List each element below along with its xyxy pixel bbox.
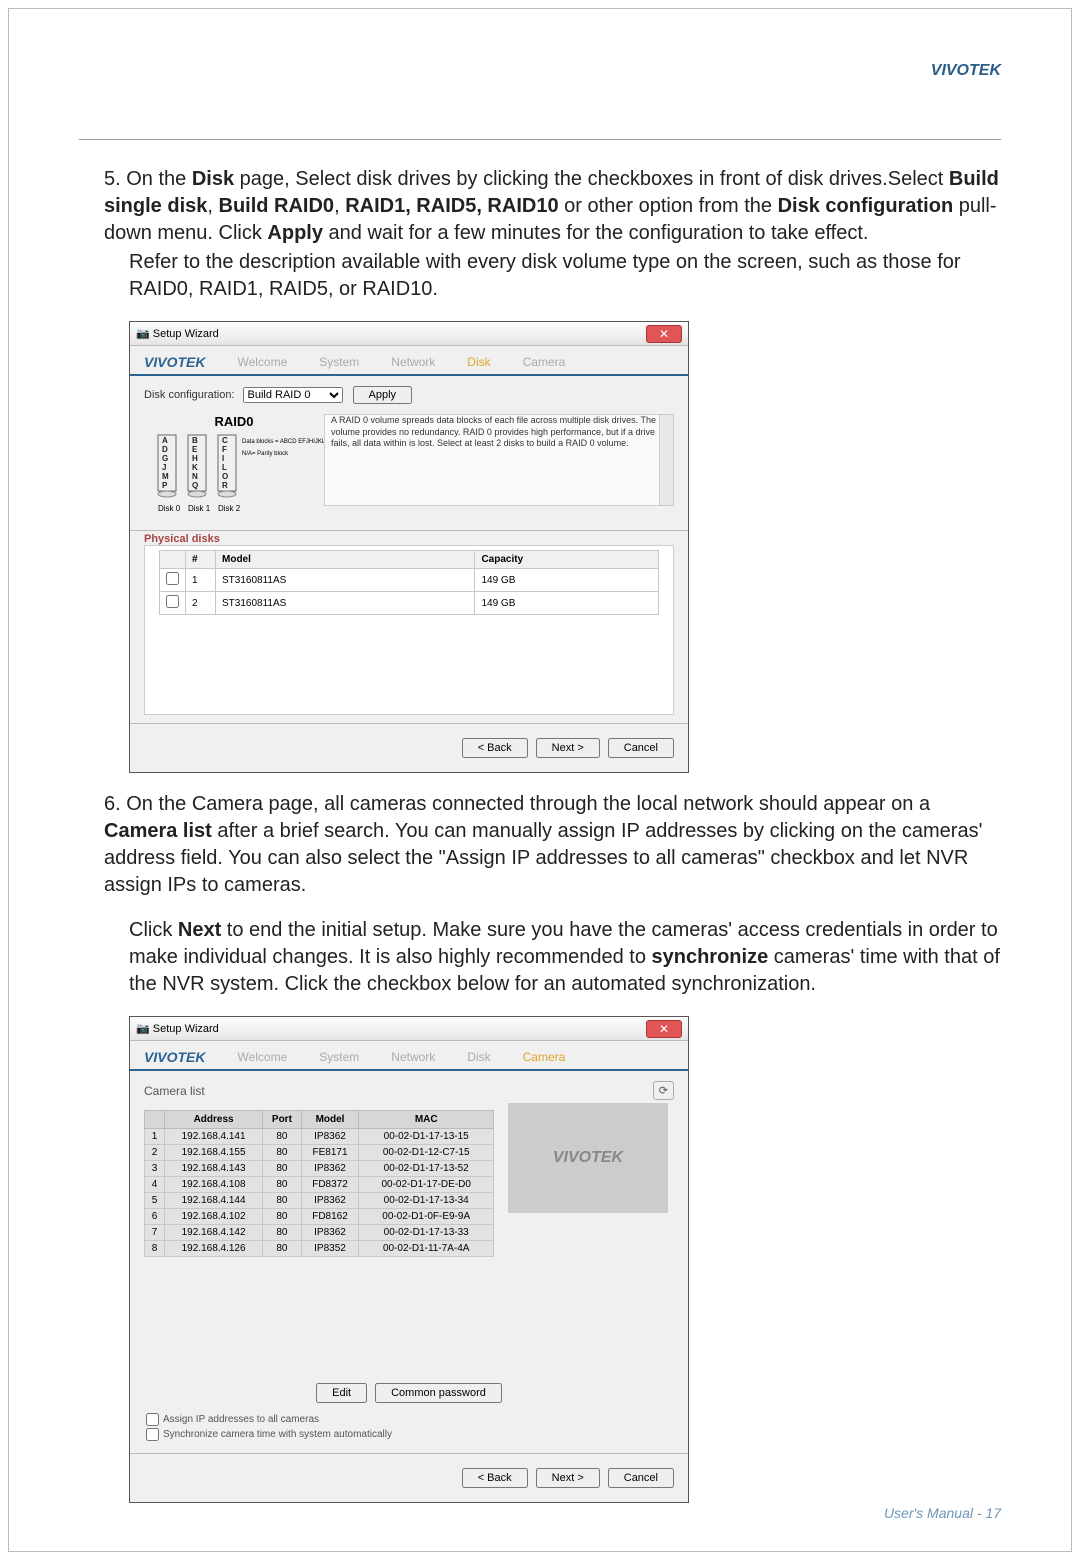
- tab-network[interactable]: Network: [391, 355, 435, 369]
- physical-disks-table: #ModelCapacity 1ST3160811AS149 GB 2ST316…: [159, 550, 659, 615]
- svg-text:D: D: [162, 445, 168, 454]
- svg-text:R: R: [222, 481, 228, 490]
- tab-welcome[interactable]: Welcome: [237, 1050, 287, 1064]
- assign-ip-label: Assign IP addresses to all cameras: [163, 1414, 319, 1425]
- svg-text:Disk 2: Disk 2: [218, 504, 241, 513]
- svg-text:B: B: [192, 436, 198, 445]
- svg-text:K: K: [192, 463, 198, 472]
- wizard-icon: 📷: [136, 1022, 150, 1035]
- page-footer: User's Manual - 17: [884, 1505, 1001, 1521]
- raid-description: A RAID 0 volume spreads data blocks of e…: [324, 414, 674, 506]
- tab-disk[interactable]: Disk: [467, 1050, 490, 1064]
- svg-text:P: P: [162, 481, 168, 490]
- apply-button[interactable]: Apply: [353, 386, 413, 404]
- assign-ip-checkbox[interactable]: [146, 1413, 159, 1426]
- svg-text:Disk 1: Disk 1: [188, 504, 211, 513]
- table-row: 3192.168.4.14380IP836200-02-D1-17-13-52: [145, 1161, 494, 1177]
- tab-disk[interactable]: Disk: [467, 355, 490, 369]
- next-button[interactable]: Next >: [536, 1468, 600, 1488]
- svg-text:C: C: [222, 436, 228, 445]
- svg-text:N: N: [192, 472, 198, 481]
- table-row: 4192.168.4.10880FD837200-02-D1-17-DE-D0: [145, 1177, 494, 1193]
- common-password-button[interactable]: Common password: [375, 1383, 502, 1403]
- camera-setup-dialog: 📷 Setup Wizard ✕ VIVOTEK Welcome System …: [129, 1016, 689, 1503]
- tab-system[interactable]: System: [319, 1050, 359, 1064]
- svg-text:H: H: [192, 454, 198, 463]
- refresh-icon[interactable]: ⟳: [653, 1081, 674, 1100]
- back-button[interactable]: < Back: [462, 1468, 528, 1488]
- svg-text:J: J: [162, 463, 166, 472]
- sync-time-label: Synchronize camera time with system auto…: [163, 1429, 392, 1440]
- dialog-titlebar: 📷 Setup Wizard ✕: [130, 1017, 688, 1041]
- svg-text:N/A= Parity block: N/A= Parity block: [242, 451, 289, 457]
- svg-text:Data blocks = ABCD EFJHIJKLMNO: Data blocks = ABCD EFJHIJKLMNOPQR: [242, 439, 324, 445]
- svg-text:A: A: [162, 436, 168, 445]
- svg-text:I: I: [222, 454, 224, 463]
- table-row: 8192.168.4.12680IP835200-02-D1-11-7A-4A: [145, 1241, 494, 1257]
- edit-button[interactable]: Edit: [316, 1383, 367, 1403]
- svg-text:M: M: [162, 472, 169, 481]
- svg-text:Disk 0: Disk 0: [158, 504, 181, 513]
- scrollbar[interactable]: [659, 415, 673, 505]
- physical-disks-header: Physical disks: [130, 530, 688, 545]
- back-button[interactable]: < Back: [462, 738, 528, 758]
- camera-list-label: Camera list: [144, 1084, 205, 1098]
- cancel-button[interactable]: Cancel: [608, 1468, 674, 1488]
- table-row: 1192.168.4.14180IP836200-02-D1-17-13-15: [145, 1129, 494, 1145]
- svg-text:O: O: [222, 472, 228, 481]
- svg-text:F: F: [222, 445, 227, 454]
- dialog-title: Setup Wizard: [153, 328, 219, 340]
- close-icon[interactable]: ✕: [646, 1020, 682, 1038]
- camera-list-table: AddressPortModelMAC 1192.168.4.14180IP83…: [144, 1110, 494, 1257]
- table-row: 2ST3160811AS149 GB: [160, 592, 659, 615]
- step5-text: 5. On the Disk page, Select disk drives …: [104, 166, 1001, 303]
- disk-checkbox[interactable]: [166, 595, 179, 608]
- svg-text:Q: Q: [192, 481, 198, 490]
- camera-preview: VIVOTEK: [508, 1103, 668, 1213]
- dialog-titlebar: 📷 Setup Wizard ✕: [130, 322, 688, 346]
- tab-welcome[interactable]: Welcome: [237, 355, 287, 369]
- tab-camera[interactable]: Camera: [523, 355, 566, 369]
- svg-text:G: G: [162, 454, 168, 463]
- close-icon[interactable]: ✕: [646, 325, 682, 343]
- page-header-brand: VIVOTEK: [931, 62, 1001, 79]
- table-row: 5192.168.4.14480IP836200-02-D1-17-13-34: [145, 1193, 494, 1209]
- dialog-title: Setup Wizard: [153, 1023, 219, 1035]
- cancel-button[interactable]: Cancel: [608, 738, 674, 758]
- sync-time-checkbox[interactable]: [146, 1428, 159, 1441]
- svg-text:E: E: [192, 445, 198, 454]
- wizard-icon: 📷: [136, 327, 150, 340]
- brand-logo: VIVOTEK: [144, 354, 205, 370]
- brand-logo: VIVOTEK: [144, 1049, 205, 1065]
- disk-config-select[interactable]: Build RAID 0: [243, 387, 343, 403]
- disk-config-label: Disk configuration:: [144, 389, 235, 401]
- svg-text:L: L: [222, 463, 227, 472]
- raid-diagram: RAID0 ADGJMP BEHKNQ CFILOR Disk 0 D: [144, 414, 324, 526]
- table-row: 1ST3160811AS149 GB: [160, 569, 659, 592]
- table-row: 6192.168.4.10280FD816200-02-D1-0F-E9-9A: [145, 1209, 494, 1225]
- disk-setup-dialog: 📷 Setup Wizard ✕ VIVOTEK Welcome System …: [129, 321, 689, 773]
- next-button[interactable]: Next >: [536, 738, 600, 758]
- tab-network[interactable]: Network: [391, 1050, 435, 1064]
- table-row: 7192.168.4.14280IP836200-02-D1-17-13-33: [145, 1225, 494, 1241]
- table-row: 2192.168.4.15580FE817100-02-D1-12-C7-15: [145, 1145, 494, 1161]
- tab-camera[interactable]: Camera: [523, 1050, 566, 1064]
- tab-system[interactable]: System: [319, 355, 359, 369]
- header-rule: [79, 139, 1001, 140]
- disk-checkbox[interactable]: [166, 572, 179, 585]
- step6-text: 6. On the Camera page, all cameras conne…: [104, 791, 1001, 998]
